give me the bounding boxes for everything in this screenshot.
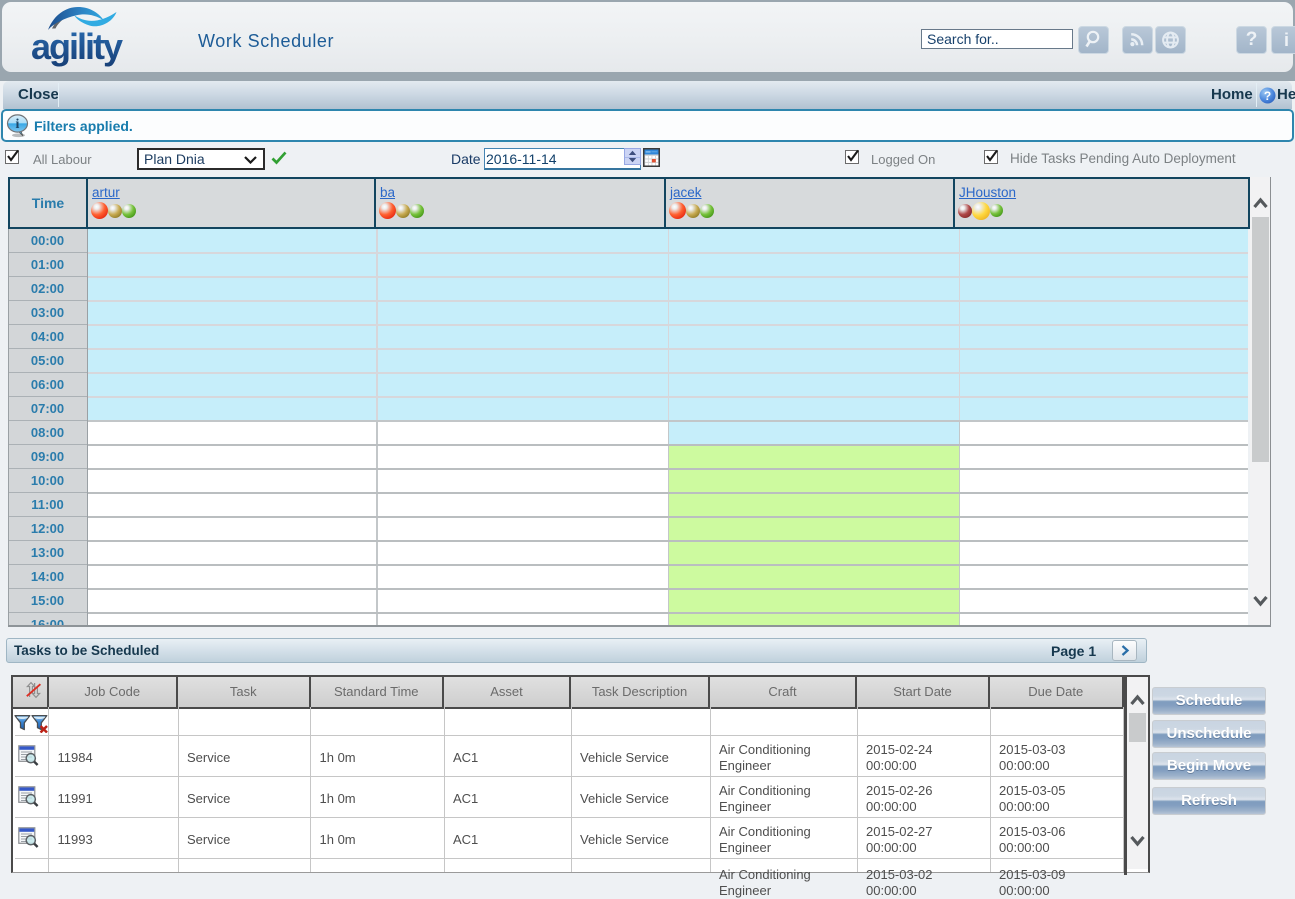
svg-text:agility: agility (31, 26, 123, 67)
svg-text:i: i (16, 117, 20, 132)
svg-text:?: ? (1264, 89, 1271, 103)
